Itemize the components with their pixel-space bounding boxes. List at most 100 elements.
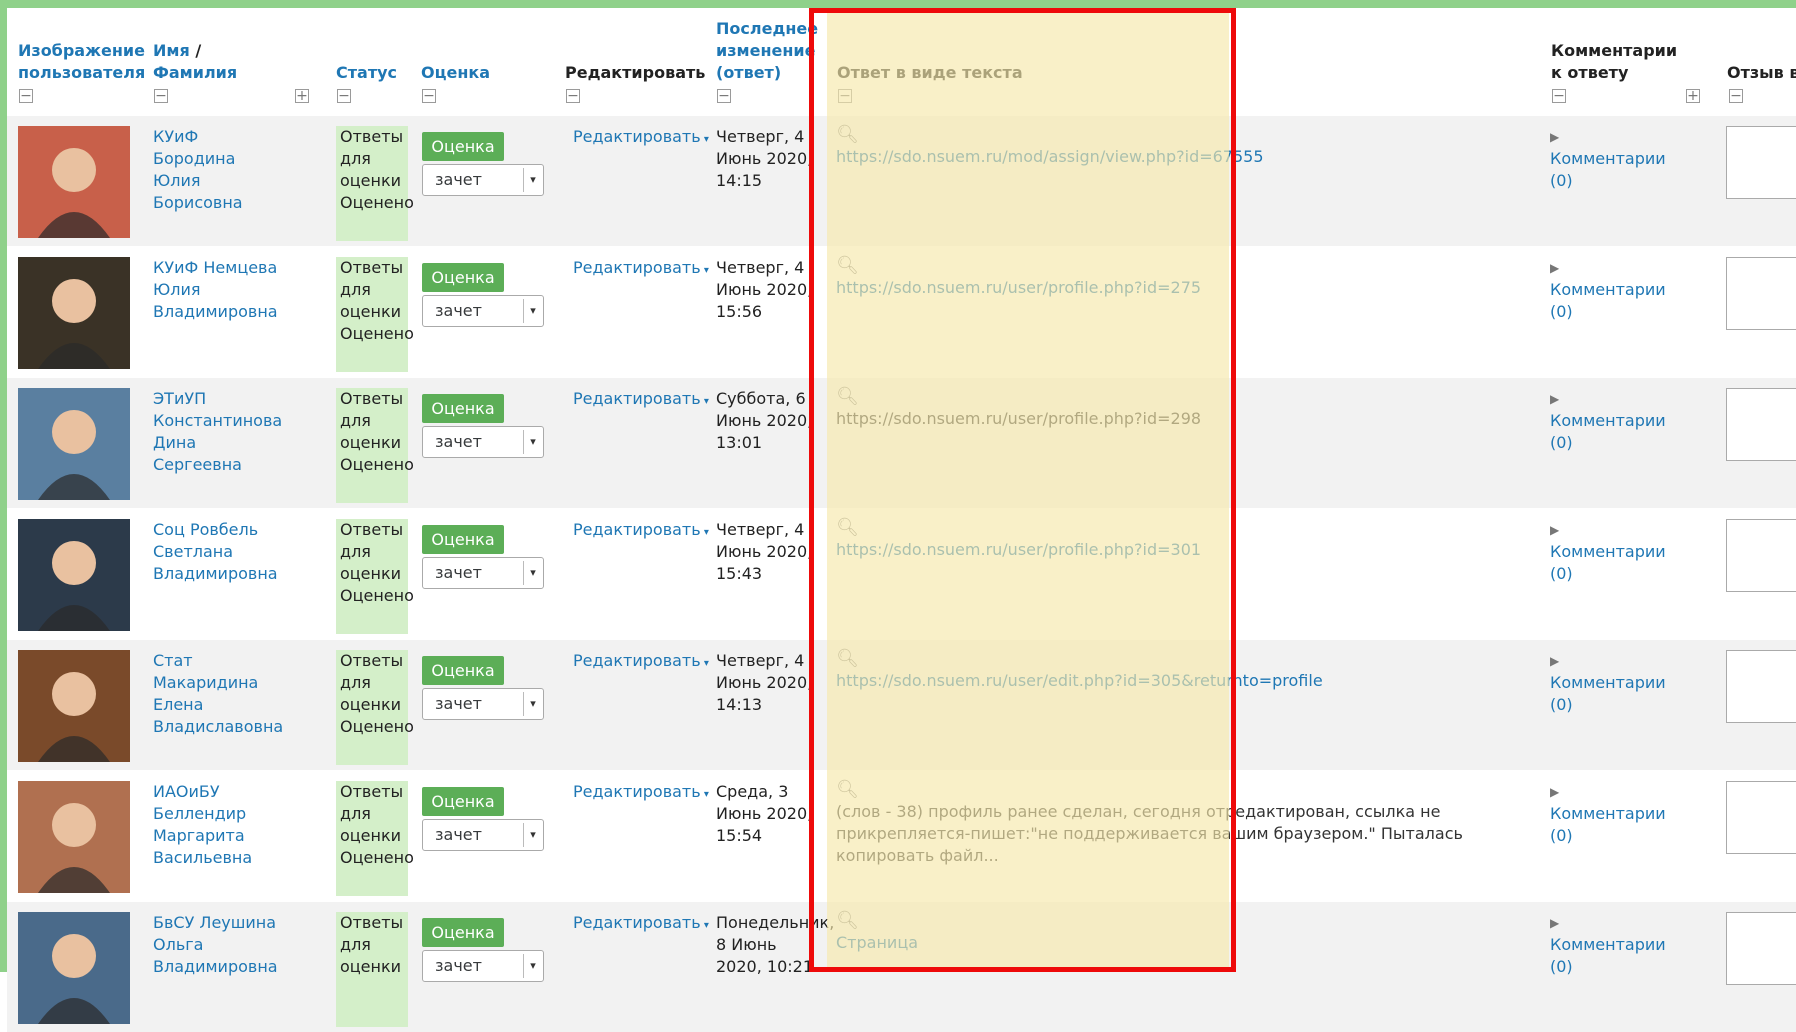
feedback-input[interactable] [1726, 388, 1796, 461]
collapse-icon[interactable]: − [1729, 89, 1743, 103]
collapse-icon[interactable]: − [337, 89, 351, 103]
table-row: БвСУ Леушина Ольга Владимировна Ответы дл… [7, 902, 1796, 1032]
header-last-modified[interactable]: Последнее изменение (ответ) [716, 18, 818, 84]
grade-select-value: зачет [435, 825, 482, 844]
chevron-down-icon[interactable]: ▾ [523, 823, 542, 847]
comments-link[interactable]: ▶ Комментарии (0) [1550, 650, 1670, 716]
comments-link[interactable]: ▶ Комментарии (0) [1550, 388, 1670, 454]
answer-link[interactable]: Страница [836, 933, 918, 952]
triangle-right-icon[interactable]: ▶ [1550, 781, 1670, 803]
user-name-link[interactable]: Соц Ровбель Светлана Владимировна [153, 519, 283, 585]
grade-select[interactable]: зачет ▾ [422, 950, 544, 982]
user-name-link[interactable]: ИАОиБУ Беллендир Маргарита Васильевна [153, 781, 283, 869]
user-avatar[interactable] [18, 126, 130, 238]
grade-button[interactable]: Оценка [422, 918, 504, 947]
user-name-link[interactable]: КУиФ Немцева Юлия Владимировна [153, 257, 283, 323]
answer-link[interactable]: https://sdo.nsuem.ru/user/edit.php?id=30… [836, 671, 1323, 690]
feedback-input[interactable] [1726, 519, 1796, 592]
grade-select[interactable]: зачет ▾ [422, 688, 544, 720]
triangle-right-icon[interactable]: ▶ [1550, 912, 1670, 934]
user-name-link[interactable]: ЭТиУП Константинова Дина Сергеевна [153, 388, 283, 476]
collapse-icon[interactable]: − [838, 89, 852, 103]
grade-select[interactable]: зачет ▾ [422, 295, 544, 327]
edit-menu-link[interactable]: Редактировать ▾ [573, 912, 709, 937]
chevron-down-icon[interactable]: ▾ [523, 561, 542, 585]
edit-menu-label: Редактировать [573, 389, 701, 408]
triangle-right-icon[interactable]: ▶ [1550, 257, 1670, 279]
header-first-name-link[interactable]: Имя [153, 41, 190, 60]
grade-button[interactable]: Оценка [422, 787, 504, 816]
header-status[interactable]: Статус [336, 62, 397, 84]
grade-button[interactable]: Оценка [422, 525, 504, 554]
user-avatar[interactable] [18, 650, 130, 762]
edit-menu-link[interactable]: Редактировать ▾ [573, 519, 709, 544]
edit-menu-link[interactable]: Редактировать ▾ [573, 388, 709, 413]
grade-button[interactable]: Оценка [422, 263, 504, 292]
grade-select[interactable]: зачет ▾ [422, 557, 544, 589]
edit-menu-link[interactable]: Редактировать ▾ [573, 257, 709, 282]
user-name-link[interactable]: БвСУ Леушина Ольга Владимировна [153, 912, 283, 978]
user-avatar[interactable] [18, 912, 130, 1024]
status-badge: Ответы для оценки Оценено [336, 126, 414, 241]
chevron-down-icon[interactable]: ▾ [523, 430, 542, 454]
comments-count: Комментарии (0) [1550, 673, 1666, 714]
user-avatar[interactable] [18, 781, 130, 893]
last-modified-date: Четверг, 4 Июнь 2020, 14:13 [716, 651, 813, 714]
feedback-input[interactable] [1726, 781, 1796, 854]
grade-select[interactable]: зачет ▾ [422, 426, 544, 458]
magnifier-icon[interactable]: 🔍︎ [836, 779, 1476, 801]
chevron-down-icon[interactable]: ▾ [523, 168, 542, 192]
caret-down-icon: ▾ [700, 920, 709, 931]
grade-button[interactable]: Оценка [422, 394, 504, 423]
collapse-icon[interactable]: − [154, 89, 168, 103]
magnifier-icon[interactable]: 🔍︎ [836, 910, 1476, 932]
feedback-input[interactable] [1726, 126, 1796, 199]
comments-link[interactable]: ▶ Комментарии (0) [1550, 912, 1670, 978]
header-last-name-link[interactable]: Фамилия [153, 63, 237, 82]
triangle-right-icon[interactable]: ▶ [1550, 388, 1670, 410]
expand-icon[interactable]: + [1686, 89, 1700, 103]
comments-link[interactable]: ▶ Комментарии (0) [1550, 126, 1670, 192]
collapse-icon[interactable]: − [566, 89, 580, 103]
answer-link[interactable]: https://sdo.nsuem.ru/user/profile.php?id… [836, 540, 1201, 559]
text-answer-cell: 🔍︎ (слов - 38) профиль ранее сделан, сего… [836, 779, 1476, 867]
header-grade[interactable]: Оценка [421, 62, 490, 84]
magnifier-icon[interactable]: 🔍︎ [836, 517, 1476, 539]
magnifier-icon[interactable]: 🔍︎ [836, 386, 1476, 408]
grade-select[interactable]: зачет ▾ [422, 819, 544, 851]
chevron-down-icon[interactable]: ▾ [523, 692, 542, 716]
triangle-right-icon[interactable]: ▶ [1550, 519, 1670, 541]
comments-link[interactable]: ▶ Комментарии (0) [1550, 519, 1670, 585]
magnifier-icon[interactable]: 🔍︎ [836, 124, 1476, 146]
header-user-image[interactable]: Изображение пользователя [18, 40, 145, 84]
user-name-link[interactable]: КУиФ Бородина Юлия Борисовна [153, 126, 283, 214]
answer-link[interactable]: https://sdo.nsuem.ru/user/profile.php?id… [836, 278, 1201, 297]
collapse-icon[interactable]: − [422, 89, 436, 103]
edit-menu-link[interactable]: Редактировать ▾ [573, 126, 709, 151]
user-avatar[interactable] [18, 519, 130, 631]
triangle-right-icon[interactable]: ▶ [1550, 650, 1670, 672]
collapse-icon[interactable]: − [717, 89, 731, 103]
grade-button[interactable]: Оценка [422, 656, 504, 685]
user-name-link[interactable]: Стат Макаридина Елена Владиславовна [153, 650, 283, 738]
comments-link[interactable]: ▶ Комментарии (0) [1550, 781, 1670, 847]
feedback-input[interactable] [1726, 257, 1796, 330]
user-avatar[interactable] [18, 257, 130, 369]
magnifier-icon[interactable]: 🔍︎ [836, 255, 1476, 277]
chevron-down-icon[interactable]: ▾ [523, 954, 542, 978]
magnifier-icon[interactable]: 🔍︎ [836, 648, 1476, 670]
edit-menu-link[interactable]: Редактировать ▾ [573, 650, 709, 675]
collapse-icon[interactable]: − [19, 89, 33, 103]
answer-link[interactable]: https://sdo.nsuem.ru/mod/assign/view.php… [836, 147, 1264, 166]
expand-icon[interactable]: + [295, 89, 309, 103]
comments-link[interactable]: ▶ Комментарии (0) [1550, 257, 1670, 323]
grade-button[interactable]: Оценка [422, 132, 504, 161]
triangle-right-icon[interactable]: ▶ [1550, 126, 1670, 148]
edit-menu-link[interactable]: Редактировать ▾ [573, 781, 709, 806]
feedback-input[interactable] [1726, 650, 1796, 723]
grade-select[interactable]: зачет ▾ [422, 164, 544, 196]
user-avatar[interactable] [18, 388, 130, 500]
chevron-down-icon[interactable]: ▾ [523, 299, 542, 323]
feedback-input[interactable] [1726, 912, 1796, 985]
collapse-icon[interactable]: − [1552, 89, 1566, 103]
